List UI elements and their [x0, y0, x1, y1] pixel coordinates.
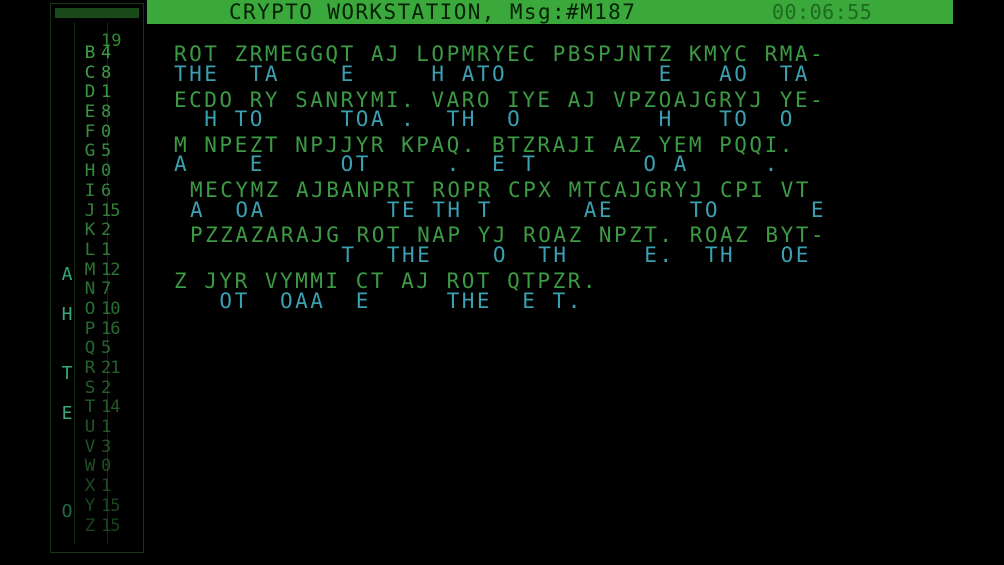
- message-area: ROT ZRMEGGQT AJ LOPMRYEC PBSPJNTZ KMYC R…: [0, 0, 1004, 565]
- decoded-line: THE TA E H ATO E AO TA: [174, 62, 811, 86]
- decoded-line: A E OT . E T O A .: [174, 152, 780, 176]
- decoded-line: OT OAA E THE E T.: [174, 289, 583, 313]
- decoded-line: T THE O TH E. TH OE: [190, 243, 811, 267]
- decoded-line: A OA TE TH T AE TO E: [190, 198, 827, 222]
- decoded-line: H TO TOA . TH O H TO O: [174, 107, 795, 131]
